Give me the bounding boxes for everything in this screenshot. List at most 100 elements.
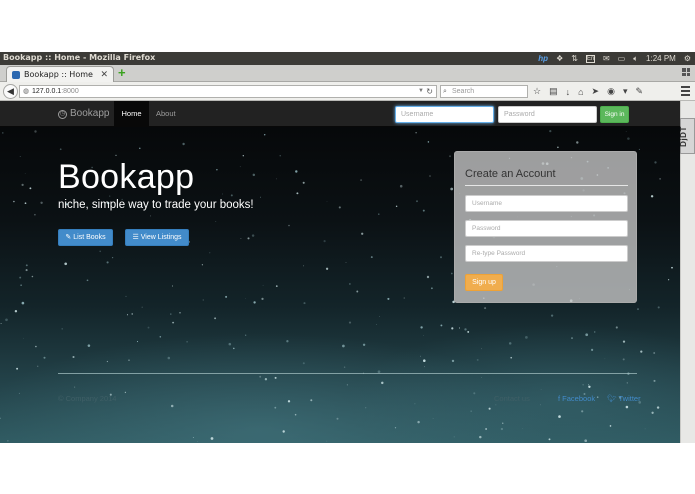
volume-icon[interactable]: 🔈︎ (633, 52, 638, 65)
star-particle (2, 132, 4, 134)
home-icon[interactable]: ⌂ (578, 87, 583, 97)
panel-divider (465, 185, 628, 186)
tab-list-grid-icon[interactable] (682, 68, 690, 76)
url-bar[interactable]: ◍ 127.0.0.1:8000 ▼ ↻ (19, 85, 437, 98)
star-particle (378, 316, 380, 317)
star-particle (242, 155, 244, 157)
login-password-input[interactable]: Password (498, 106, 597, 123)
addon-dropdown-icon[interactable]: ▾ (623, 86, 628, 97)
star-particle (294, 413, 297, 416)
star-particle (192, 436, 194, 439)
star-particle (262, 284, 264, 286)
battery-icon[interactable]: ▭ (618, 52, 626, 65)
list-books-label: List Books (73, 234, 106, 241)
signup-retype-password-input[interactable]: Re-type Password (465, 245, 628, 262)
star-particle (653, 352, 656, 354)
star-particle (343, 366, 346, 368)
browser-tab[interactable]: Bookapp :: Home ✕ (6, 66, 114, 82)
brand-text: Bookapp (70, 108, 110, 119)
view-listings-button[interactable]: ☰ View Listings (125, 229, 189, 246)
clock[interactable]: 1:24 PM (646, 52, 676, 65)
star-particle (18, 392, 20, 394)
star-particle (115, 154, 117, 156)
star-particle (467, 330, 470, 333)
star-particle (111, 256, 114, 259)
site-info-globe-icon[interactable]: ◍ (23, 86, 29, 97)
network-icon[interactable]: ⇅ (571, 52, 578, 65)
back-arrow-icon[interactable]: ◀ (3, 84, 18, 99)
star-particle (59, 148, 62, 151)
star-particle (440, 324, 443, 327)
brand-link[interactable]: ◷ Bookapp (58, 101, 109, 127)
footer-contact-link[interactable]: Contact us (494, 394, 530, 403)
star-particle (644, 428, 646, 430)
star-particle (420, 326, 423, 329)
star-particle (170, 404, 174, 408)
url-history-dropdown-icon[interactable]: ▼ (418, 86, 424, 97)
dropbox-icon[interactable]: ❖ (556, 52, 563, 65)
star-particle (654, 161, 657, 164)
star-particle (252, 173, 256, 177)
star-particle (325, 267, 329, 270)
send-paper-plane-icon[interactable]: ➤ (592, 86, 600, 97)
star-particle (346, 384, 348, 386)
tab-close-icon[interactable]: ✕ (100, 69, 108, 80)
star-particle (656, 406, 660, 409)
star-particle (172, 321, 175, 324)
star-particle (197, 441, 198, 442)
signup-username-input[interactable]: Username (465, 195, 628, 212)
create-account-heading: Create an Account (465, 168, 556, 180)
star-particle (414, 403, 416, 405)
sign-up-button[interactable]: Sign up (465, 274, 503, 291)
list-books-button[interactable]: ✎ List Books (58, 229, 113, 246)
star-particle (245, 298, 246, 299)
star-particle (582, 384, 584, 386)
star-particle (451, 359, 455, 363)
footer-divider (58, 373, 637, 374)
star-particle (500, 427, 504, 431)
sign-in-button[interactable]: Sign in (600, 106, 629, 123)
new-tab-plus-icon[interactable]: + (118, 66, 126, 80)
bookmarks-menu-icon[interactable]: ▤ (549, 86, 558, 97)
star-particle (604, 358, 606, 360)
star-particle (525, 336, 528, 339)
keyboard-layout-indicator[interactable]: En (585, 54, 595, 63)
developer-tools-icon[interactable]: ✎ (635, 86, 643, 97)
star-particle (72, 355, 75, 359)
star-particle (424, 366, 426, 368)
star-particle (417, 420, 420, 424)
bookmark-star-icon[interactable]: ☆ (533, 86, 541, 97)
star-particle (230, 194, 233, 197)
star-particle (182, 142, 185, 146)
pencil-icon: ✎ (65, 234, 72, 241)
star-particle (365, 407, 367, 409)
browser-search-input[interactable]: ⌕ Search (440, 85, 528, 98)
star-particle (37, 365, 39, 367)
signup-password-input[interactable]: Password (465, 220, 628, 237)
star-particle (31, 275, 34, 278)
downloads-arrow-icon[interactable]: ↓ (566, 87, 571, 97)
facebook-link[interactable]: f Facebook (558, 394, 595, 403)
nav-about-link[interactable]: About (156, 101, 176, 127)
reload-icon[interactable]: ↻ (426, 86, 433, 97)
twitter-link[interactable]: 🐦︎ Twitter (607, 394, 641, 403)
mail-icon[interactable]: ✉ (603, 52, 610, 65)
star-particle (159, 336, 162, 338)
star-particle (136, 341, 139, 343)
hamburger-menu-icon[interactable] (681, 86, 690, 96)
star-particle (581, 410, 584, 413)
star-particle (288, 224, 290, 227)
nav-home-link[interactable]: Home (114, 101, 149, 127)
star-particle (210, 437, 214, 440)
star-particle (585, 333, 589, 337)
star-particle (588, 385, 591, 388)
settings-gear-icon[interactable]: ⚙ (684, 52, 691, 65)
star-particle (19, 276, 22, 279)
star-particle (216, 169, 218, 171)
hp-icon[interactable]: hp (538, 52, 548, 65)
login-username-input[interactable]: Username (395, 106, 494, 123)
debug-toolbar-handle[interactable]: DjDT (679, 118, 695, 154)
star-particle (170, 313, 172, 315)
star-particle (21, 301, 25, 305)
addon-circle-icon[interactable]: ◉ (607, 86, 615, 97)
